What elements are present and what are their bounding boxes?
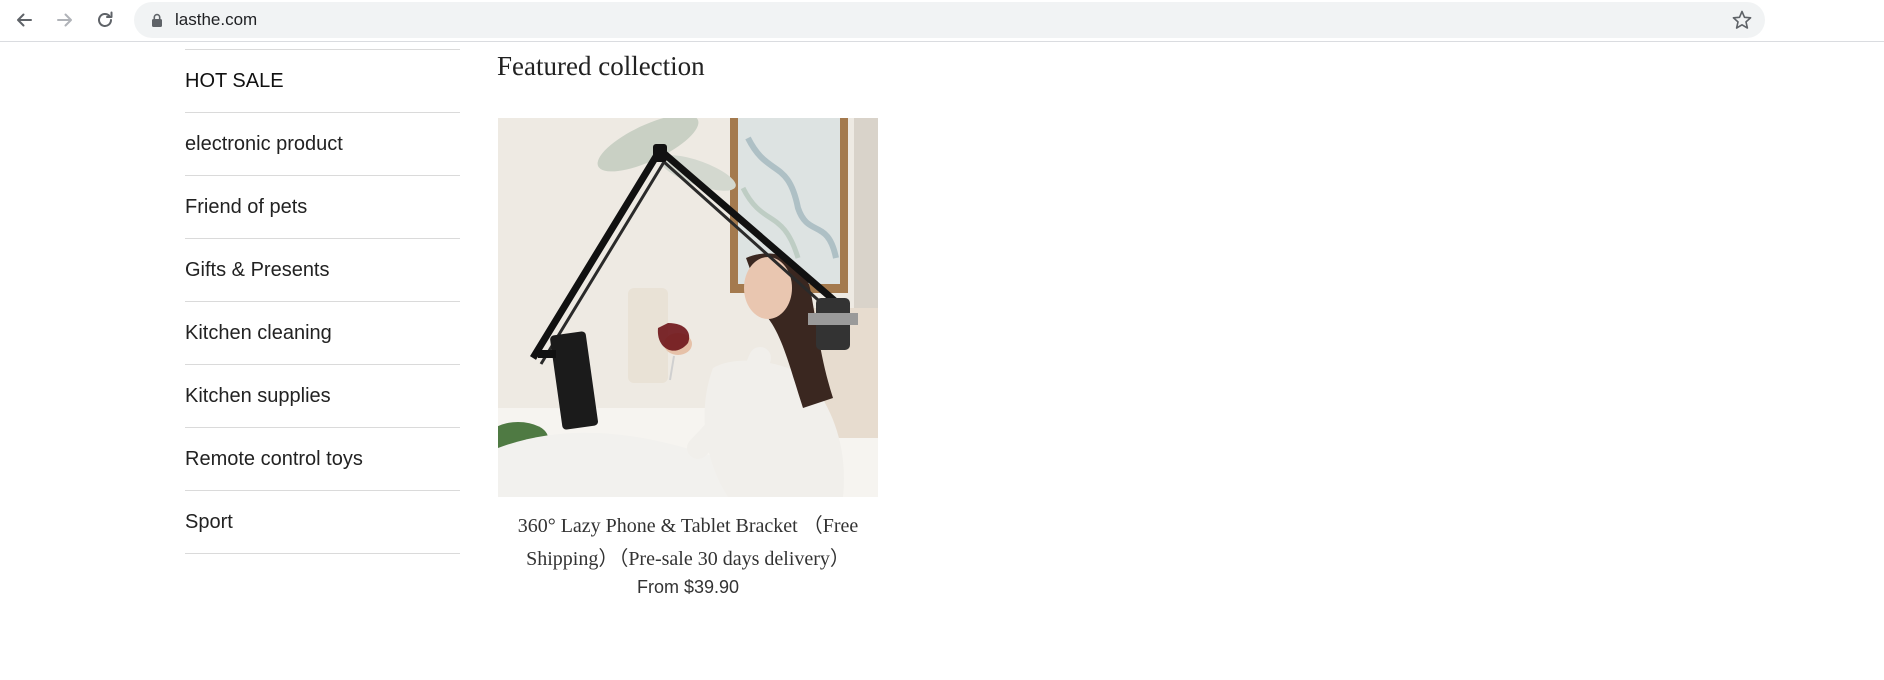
sidebar-item-kitchen-supplies[interactable]: Kitchen supplies	[185, 365, 460, 428]
sidebar-item-remote-control-toys[interactable]: Remote control toys	[185, 428, 460, 491]
product-price: From $39.90	[636, 577, 740, 597]
sidebar-item-hot-sale[interactable]: HOT SALE	[185, 50, 460, 113]
url-text[interactable]: lasthe.com	[175, 2, 257, 38]
back-button[interactable]	[9, 5, 39, 35]
collection-sidebar: HOT SALE electronic product Friend of pe…	[185, 49, 460, 554]
sidebar-item-electronic-product[interactable]: electronic product	[185, 113, 460, 176]
product-card[interactable]: 360° Lazy Phone & Tablet Bracket （Free S…	[498, 118, 878, 598]
arrow-left-icon	[17, 13, 32, 27]
reload-button[interactable]	[90, 5, 120, 35]
forward-button[interactable]	[50, 5, 80, 35]
product-image[interactable]	[498, 118, 878, 497]
sidebar-item-gifts-presents[interactable]: Gifts & Presents	[185, 239, 460, 302]
reload-icon	[98, 11, 113, 27]
sidebar-item-friend-of-pets[interactable]: Friend of pets	[185, 176, 460, 239]
arrow-right-icon	[57, 13, 72, 27]
product-photo	[498, 118, 878, 497]
product-title-link[interactable]: 360° Lazy Phone & Tablet Bracket （Free S…	[498, 510, 878, 576]
sidebar-item-sport[interactable]: Sport	[185, 491, 460, 554]
address-bar[interactable]: lasthe.com	[134, 2, 1765, 38]
browser-toolbar: lasthe.com	[0, 0, 1884, 42]
page-content: HOT SALE electronic product Friend of pe…	[0, 43, 1884, 680]
lock-icon[interactable]	[150, 13, 164, 27]
sidebar-item-kitchen-cleaning[interactable]: Kitchen cleaning	[185, 302, 460, 365]
star-icon[interactable]	[1731, 9, 1753, 31]
featured-collection-title: Featured collection	[497, 51, 705, 81]
